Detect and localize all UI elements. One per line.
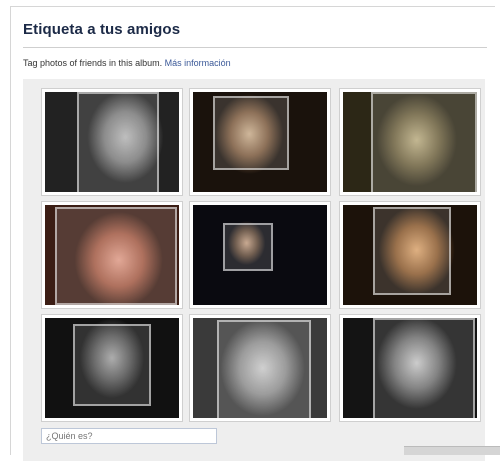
tag-friends-dialog: Etiqueta a tus amigos Tag photos of frie…	[10, 6, 495, 461]
photo-tile-4[interactable]	[41, 201, 183, 309]
face-photo-5[interactable]	[193, 205, 327, 305]
face-box[interactable]	[373, 318, 475, 418]
face-box[interactable]	[77, 92, 159, 192]
photo-tagger-panel	[23, 79, 485, 461]
photo-tile-7[interactable]	[41, 314, 183, 422]
photo-tile-8[interactable]	[189, 314, 331, 422]
face-photo-8[interactable]	[193, 318, 327, 418]
description-text: Tag photos of friends in this album.	[23, 58, 163, 68]
face-box[interactable]	[73, 324, 151, 406]
face-photo-9[interactable]	[343, 318, 477, 418]
photo-tile-3[interactable]	[339, 88, 481, 196]
photo-tile-1[interactable]	[41, 88, 183, 196]
face-box[interactable]	[55, 207, 177, 305]
face-photo-7[interactable]	[45, 318, 179, 418]
dialog-description: Tag photos of friends in this album. Más…	[23, 58, 231, 68]
photo-tile-2[interactable]	[189, 88, 331, 196]
face-photo-4[interactable]	[45, 205, 179, 305]
face-box[interactable]	[217, 320, 311, 418]
dialog-title: Etiqueta a tus amigos	[23, 21, 181, 38]
face-box[interactable]	[373, 207, 451, 295]
face-photo-3[interactable]	[343, 92, 477, 192]
face-box[interactable]	[223, 223, 273, 271]
face-box[interactable]	[371, 92, 477, 192]
face-photo-1[interactable]	[45, 92, 179, 192]
face-box[interactable]	[213, 96, 289, 170]
photo-tile-6[interactable]	[339, 201, 481, 309]
photo-tile-5[interactable]	[189, 201, 331, 309]
photo-tile-9[interactable]	[339, 314, 481, 422]
who-is-it-input[interactable]	[41, 428, 217, 444]
title-divider	[23, 47, 487, 48]
face-photo-6[interactable]	[343, 205, 477, 305]
more-info-link[interactable]: Más información	[165, 58, 231, 68]
face-photo-2[interactable]	[193, 92, 327, 192]
